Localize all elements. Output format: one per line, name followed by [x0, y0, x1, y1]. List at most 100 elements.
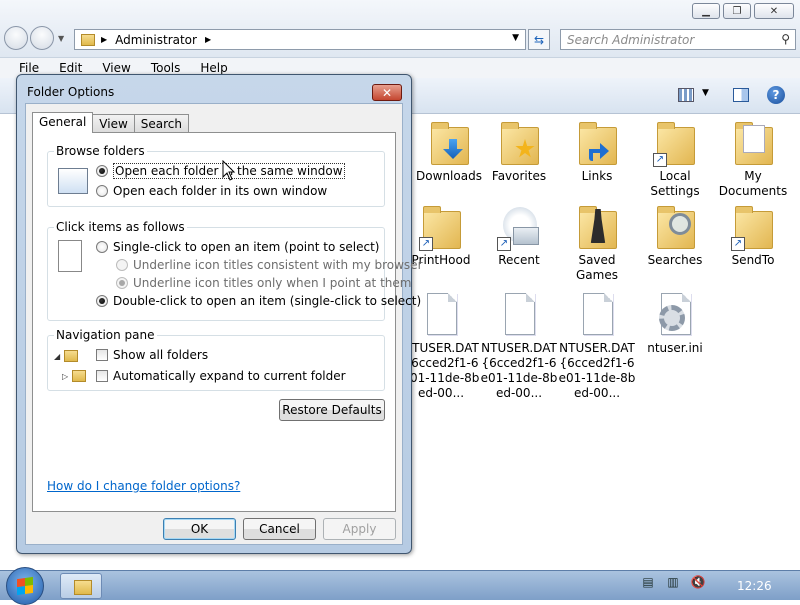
clock[interactable]: 12:26	[737, 579, 772, 593]
restore-defaults-button[interactable]: Restore Defaults	[279, 399, 385, 421]
start-button[interactable]	[6, 567, 44, 605]
file-label: Searches	[647, 253, 703, 267]
folder-icon	[64, 350, 78, 362]
local-settings-folder-icon: ↗	[651, 119, 699, 167]
breadcrumb-path[interactable]: Administrator	[115, 33, 197, 47]
checkbox-auto-expand[interactable]: Automatically expand to current folder	[96, 369, 346, 383]
views-dropdown-icon[interactable]: ▼	[702, 88, 709, 98]
my-documents-folder-icon	[729, 119, 777, 167]
views-icon[interactable]	[678, 88, 694, 102]
folder-icon	[81, 33, 95, 46]
checkbox-show-all-folders[interactable]: Show all folders	[96, 348, 208, 362]
radio-button[interactable]	[96, 185, 108, 197]
checkbox[interactable]	[96, 370, 108, 382]
folder-options-dialog: Folder Options ✕ General View Search Bro…	[16, 74, 423, 554]
network-icon[interactable]: ▥	[665, 575, 681, 593]
tab-strip: General View Search	[32, 112, 190, 133]
file-label: My Documents	[718, 169, 788, 198]
radio-button	[116, 259, 128, 271]
document-icon	[495, 291, 543, 339]
taskbar-explorer-button[interactable]	[60, 573, 102, 599]
search-placeholder: Search Administrator	[567, 32, 695, 47]
list-item[interactable]: NTUSER.DAT{6cced2f1-6e01-11de-8bed-00...	[556, 291, 638, 401]
search-input[interactable]: Search Administrator ⚲	[560, 29, 796, 50]
cancel-button[interactable]: Cancel	[243, 518, 316, 540]
menu-tools[interactable]: Tools	[151, 61, 181, 75]
recent-pages-dropdown-icon[interactable]: ▼	[58, 34, 64, 43]
ok-button[interactable]: OK	[163, 518, 236, 540]
breadcrumb-arrow-icon[interactable]: ▶	[205, 35, 211, 44]
expand-arrow-icon: ▷	[62, 372, 69, 381]
document-icon	[417, 291, 465, 339]
menu-help[interactable]: Help	[200, 61, 227, 75]
collapse-arrow-icon: ◢	[54, 352, 61, 361]
refresh-button[interactable]: ⇆	[528, 29, 550, 50]
settings-file-icon	[651, 291, 699, 339]
back-button[interactable]	[4, 26, 28, 50]
close-icon: ✕	[769, 5, 779, 17]
radio-open-same-window[interactable]: Open each folder in the same window	[96, 163, 345, 179]
list-item[interactable]: Searches	[634, 203, 716, 268]
file-label: Local Settings	[650, 169, 700, 198]
tab-search[interactable]: Search	[133, 114, 190, 132]
radio-button[interactable]	[96, 241, 108, 253]
browse-folders-group: Browse folders Open each folder in the s…	[47, 144, 385, 207]
file-label: Favorites	[491, 169, 547, 183]
forward-button[interactable]	[30, 26, 54, 50]
address-bar[interactable]: ▶ Administrator ▶ ▼	[74, 29, 526, 50]
minimize-icon: ▁	[702, 5, 710, 17]
list-item[interactable]: ↗ SendTo	[712, 203, 794, 268]
saved-games-folder-icon	[573, 203, 621, 251]
menu-file[interactable]: File	[19, 61, 39, 75]
radio-underline-browser: Underline icon titles consistent with my…	[116, 258, 423, 272]
radio-button	[116, 277, 128, 289]
help-link[interactable]: How do I change folder options?	[47, 479, 240, 493]
list-item[interactable]: Favorites	[478, 119, 560, 184]
group-title: Navigation pane	[54, 328, 157, 342]
file-label: SendTo	[731, 253, 775, 267]
radio-open-own-window[interactable]: Open each folder in its own window	[96, 184, 327, 198]
restore-icon: ❐	[732, 5, 742, 17]
file-label: Recent	[498, 253, 540, 267]
group-title: Browse folders	[54, 144, 147, 158]
dialog-body: General View Search Browse folders Open …	[25, 103, 423, 545]
list-item[interactable]: ntuser.ini	[634, 291, 716, 356]
list-item[interactable]: Saved Games	[556, 203, 638, 283]
list-item[interactable]: My Documents	[712, 119, 794, 199]
help-icon[interactable]: ?	[767, 86, 785, 104]
list-item[interactable]: ↗ Recent	[478, 203, 560, 268]
search-icon[interactable]: ⚲	[781, 32, 790, 46]
downloads-folder-icon	[425, 119, 473, 167]
menu-view[interactable]: View	[102, 61, 130, 75]
list-item[interactable]: Links	[556, 119, 638, 184]
tab-view[interactable]: View	[92, 114, 135, 132]
breadcrumb-arrow-icon[interactable]: ▶	[101, 35, 107, 44]
dialog-close-button[interactable]: ✕	[372, 84, 402, 101]
sendto-folder-icon: ↗	[729, 203, 777, 251]
volume-muted-icon[interactable]: 🔇	[690, 575, 706, 593]
document-icon	[573, 291, 621, 339]
radio-underline-point: Underline icon titles only when I point …	[116, 276, 411, 290]
group-title: Click items as follows	[54, 220, 187, 234]
list-item[interactable]: NTUSER.DAT{6cced2f1-6e01-11de-8bed-00...	[478, 291, 560, 401]
tab-general[interactable]: General	[32, 112, 94, 133]
radio-button[interactable]	[96, 295, 108, 307]
radio-button[interactable]	[96, 165, 108, 177]
list-item[interactable]: ↗ Local Settings	[634, 119, 716, 199]
searches-folder-icon	[651, 203, 699, 251]
action-center-icon[interactable]: ▤	[640, 575, 656, 593]
title-bar: ▁ ❐ ✕ ▼ ▶ Administrator ▶ ▼ ⇆ Search Adm…	[0, 0, 800, 58]
restore-button[interactable]: ❐	[723, 3, 751, 19]
preview-pane-icon[interactable]	[733, 88, 749, 102]
menu-edit[interactable]: Edit	[59, 61, 82, 75]
checkbox[interactable]	[96, 349, 108, 361]
address-dropdown-icon[interactable]: ▼	[512, 33, 519, 43]
radio-single-click[interactable]: Single-click to open an item (point to s…	[96, 240, 379, 254]
close-window-button[interactable]: ✕	[754, 3, 794, 19]
radio-double-click[interactable]: Double-click to open an item (single-cli…	[96, 294, 421, 308]
system-tray: ▤ ▥ 🔇	[640, 575, 706, 593]
browse-folders-icon	[58, 168, 88, 194]
folder-icon	[72, 370, 86, 382]
file-label: ntuser.ini	[647, 341, 703, 355]
minimize-button[interactable]: ▁	[692, 3, 720, 19]
